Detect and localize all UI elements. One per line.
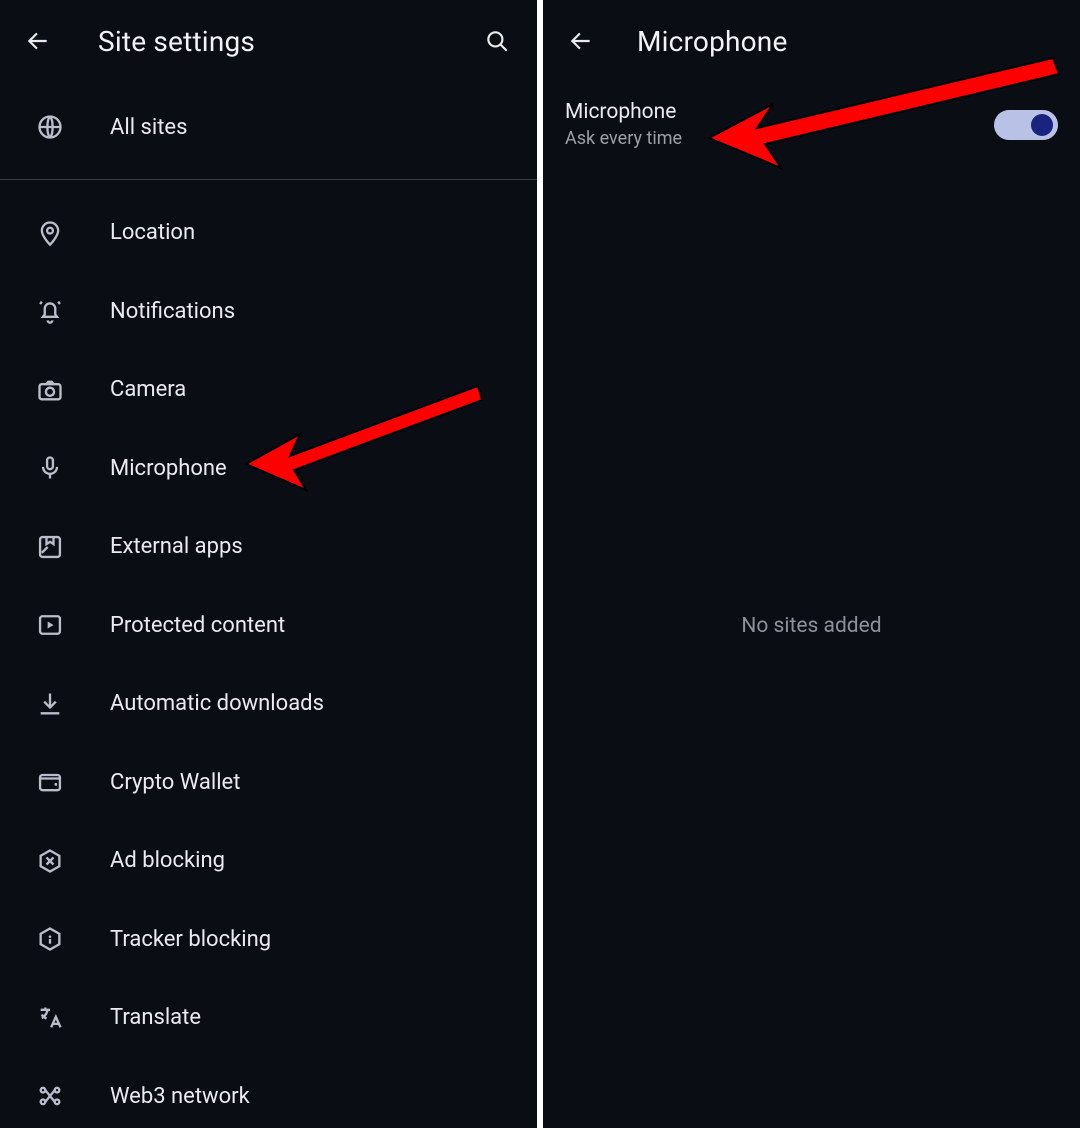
back-button[interactable] bbox=[16, 19, 60, 63]
setting-item-crypto-wallet[interactable]: Crypto Wallet bbox=[0, 743, 537, 822]
empty-state-text: No sites added bbox=[543, 614, 1080, 638]
microphone-icon bbox=[36, 454, 64, 482]
setting-item-location[interactable]: Location bbox=[0, 194, 537, 273]
setting-item-label: Camera bbox=[110, 377, 186, 402]
toggle-subtitle: Ask every time bbox=[565, 128, 682, 149]
tracker-blocking-icon bbox=[36, 925, 64, 953]
switch-knob bbox=[1031, 114, 1053, 136]
page-title: Microphone bbox=[637, 25, 788, 58]
setting-item-label: Protected content bbox=[110, 613, 285, 638]
setting-item-tracker-blocking[interactable]: Tracker blocking bbox=[0, 900, 537, 979]
appbar: Site settings bbox=[0, 0, 537, 82]
setting-item-all-sites[interactable]: All sites bbox=[0, 88, 537, 167]
setting-item-label: Tracker blocking bbox=[110, 927, 271, 952]
camera-icon bbox=[36, 376, 64, 404]
setting-item-label: Location bbox=[110, 220, 195, 245]
web3-network-icon bbox=[36, 1082, 64, 1110]
toggle-title: Microphone bbox=[565, 100, 682, 124]
appbar: Microphone bbox=[543, 0, 1080, 82]
setting-item-automatic-downloads[interactable]: Automatic downloads bbox=[0, 665, 537, 744]
wallet-icon bbox=[36, 768, 64, 796]
protected-content-icon bbox=[36, 611, 64, 639]
microphone-switch[interactable] bbox=[994, 110, 1058, 140]
microphone-screen: Microphone Microphone Ask every time No … bbox=[543, 0, 1080, 1128]
setting-item-label: External apps bbox=[110, 534, 243, 559]
setting-item-label: Web3 network bbox=[110, 1084, 250, 1109]
ad-blocking-icon bbox=[36, 847, 64, 875]
setting-item-label: Microphone bbox=[110, 456, 227, 481]
search-icon bbox=[484, 28, 510, 54]
setting-item-label: Crypto Wallet bbox=[110, 770, 240, 795]
setting-item-ad-blocking[interactable]: Ad blocking bbox=[0, 822, 537, 901]
arrow-left-icon bbox=[568, 28, 594, 54]
setting-item-web3-network[interactable]: Web3 network bbox=[0, 1057, 537, 1128]
setting-item-microphone[interactable]: Microphone bbox=[0, 429, 537, 508]
location-pin-icon bbox=[36, 219, 64, 247]
divider bbox=[0, 179, 537, 180]
setting-item-label: Notifications bbox=[110, 299, 235, 324]
bell-icon bbox=[36, 297, 64, 325]
setting-item-label: Automatic downloads bbox=[110, 691, 324, 716]
arrow-left-icon bbox=[25, 28, 51, 54]
setting-item-external-apps[interactable]: External apps bbox=[0, 508, 537, 587]
translate-icon bbox=[36, 1004, 64, 1032]
setting-item-camera[interactable]: Camera bbox=[0, 351, 537, 430]
download-icon bbox=[36, 690, 64, 718]
setting-item-label: Translate bbox=[110, 1005, 201, 1030]
setting-item-protected-content[interactable]: Protected content bbox=[0, 586, 537, 665]
globe-icon bbox=[36, 113, 64, 141]
setting-item-label: All sites bbox=[110, 115, 187, 140]
site-settings-screen: Site settings All sites bbox=[0, 0, 537, 1128]
setting-item-translate[interactable]: Translate bbox=[0, 979, 537, 1058]
search-button[interactable] bbox=[475, 19, 519, 63]
microphone-toggle-row[interactable]: Microphone Ask every time bbox=[543, 82, 1080, 149]
page-title: Site settings bbox=[98, 25, 255, 58]
setting-item-notifications[interactable]: Notifications bbox=[0, 272, 537, 351]
setting-item-label: Ad blocking bbox=[110, 848, 225, 873]
back-button[interactable] bbox=[559, 19, 603, 63]
external-apps-icon bbox=[36, 533, 64, 561]
